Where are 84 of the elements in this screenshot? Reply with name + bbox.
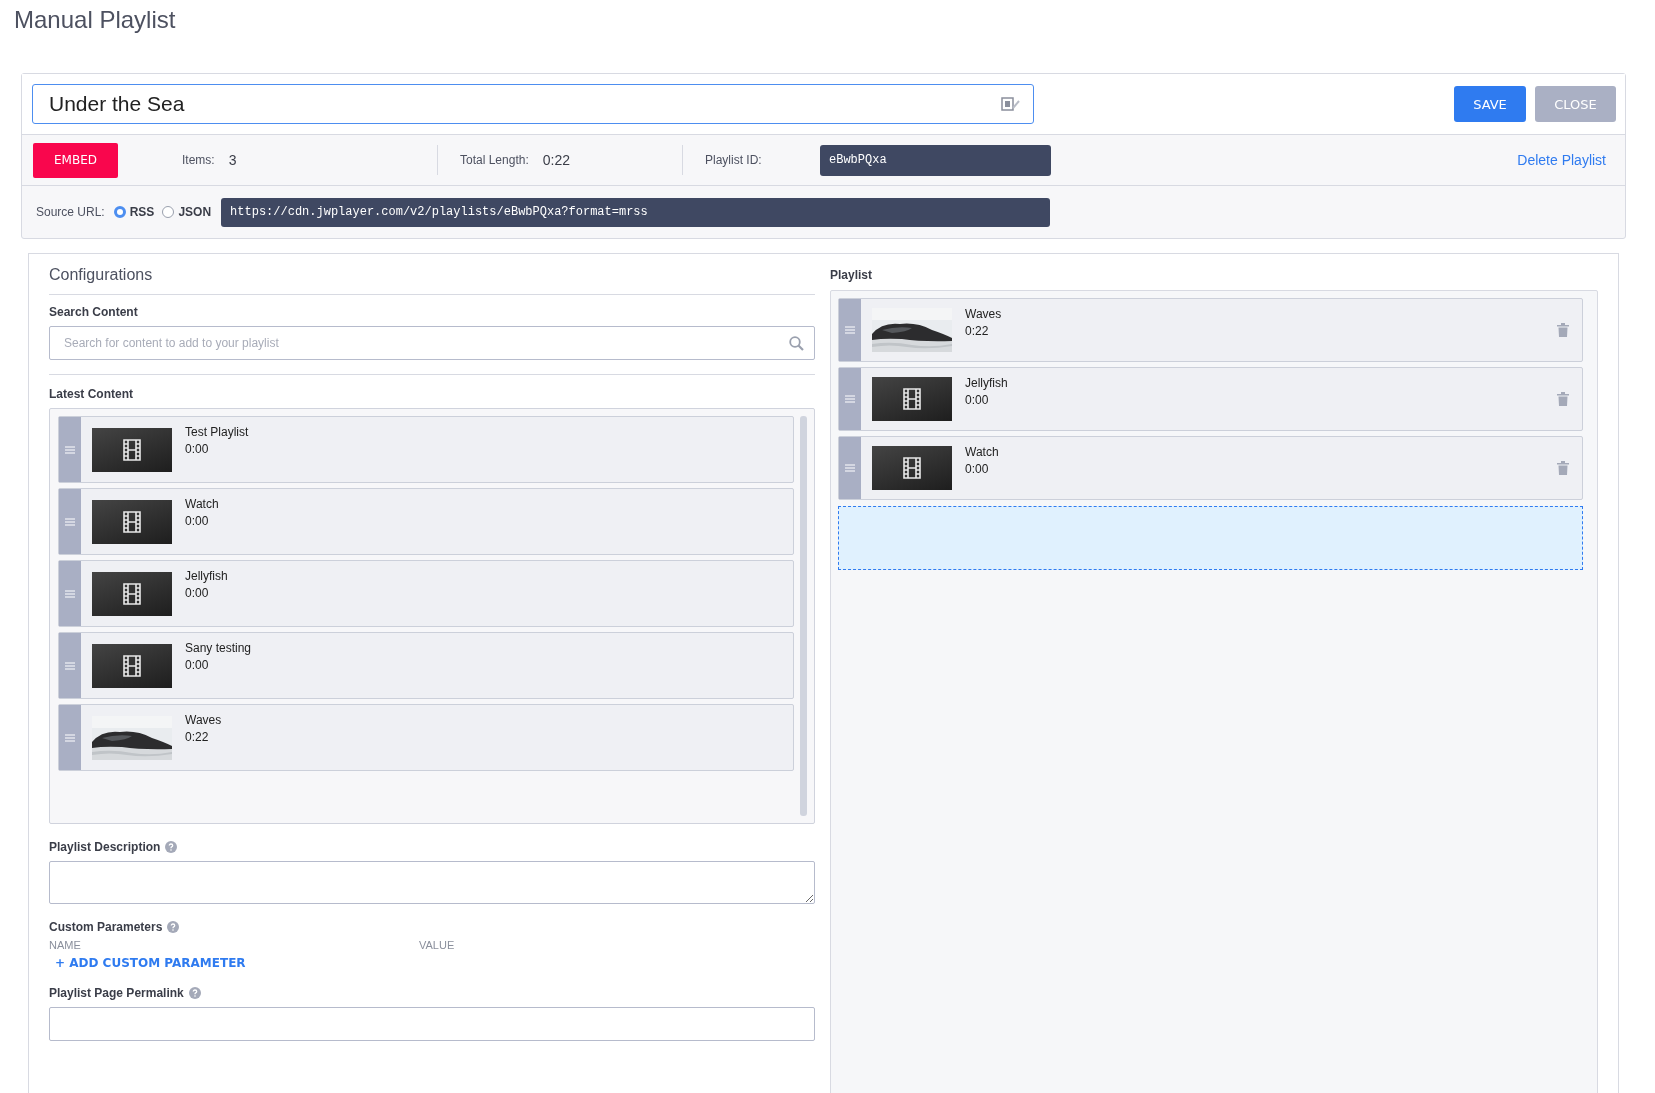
source-url-label: Source URL:	[36, 205, 105, 219]
save-button[interactable]: SAVE	[1454, 86, 1526, 122]
content-item[interactable]: Sany testing 0:00	[58, 632, 794, 699]
playlist-item[interactable]: Watch 0:00	[838, 436, 1583, 500]
item-duration: 0:22	[185, 730, 209, 744]
content-item[interactable]: Watch 0:00	[58, 488, 794, 555]
item-title: Watch	[185, 497, 219, 511]
field-label: Playlist Page Permalink	[49, 986, 184, 1000]
embed-button[interactable]: EMBED	[33, 142, 118, 178]
drop-zone[interactable]	[838, 506, 1583, 570]
film-icon	[123, 510, 141, 533]
drag-handle[interactable]	[839, 299, 861, 361]
drag-handle-icon	[65, 517, 75, 526]
add-parameter-link[interactable]: + ADD CUSTOM PARAMETER	[55, 956, 246, 970]
item-duration: 0:00	[965, 393, 989, 407]
drag-handle-icon	[65, 589, 75, 598]
playlist-item[interactable]: Waves 0:22	[838, 298, 1583, 362]
content-item[interactable]: Waves 0:22	[58, 704, 794, 771]
drag-handle-icon	[65, 445, 75, 454]
content-item[interactable]: Jellyfish 0:00	[58, 560, 794, 627]
drag-handle-icon	[845, 464, 855, 472]
film-icon	[123, 582, 141, 605]
item-duration: 0:00	[965, 462, 989, 476]
section-title: Playlist	[830, 267, 874, 284]
item-title: Jellyfish	[965, 376, 1008, 390]
item-duration: 0:00	[185, 514, 209, 528]
film-icon	[123, 654, 141, 677]
edit-icon	[1001, 96, 1021, 112]
title-field[interactable]: Under the Sea	[32, 84, 1034, 124]
drag-handle[interactable]	[839, 437, 861, 499]
help-icon[interactable]	[188, 987, 201, 999]
search-field[interactable]: Search for content to add to your playlist	[49, 326, 815, 360]
delete-playlist-link[interactable]: Delete Playlist	[1517, 152, 1606, 168]
item-duration: 0:00	[185, 658, 209, 672]
help-icon[interactable]	[165, 841, 178, 853]
film-icon	[903, 457, 921, 479]
item-duration: 0:22	[965, 324, 989, 338]
playlist-item[interactable]: Jellyfish 0:00	[838, 367, 1583, 431]
section-title: Configurations	[49, 254, 815, 295]
film-icon	[123, 438, 141, 461]
stat-value: 3	[228, 152, 237, 168]
scrollbar[interactable]	[800, 416, 807, 816]
item-title: Watch	[965, 445, 999, 459]
item-title: Sany testing	[185, 641, 252, 655]
search-icon	[789, 336, 804, 351]
field-label: Custom Parameters	[49, 920, 163, 934]
page-title: Manual Playlist	[13, 5, 177, 35]
stat-label: Items:	[182, 153, 215, 167]
playlist-id-field[interactable]: eBwbPQxa	[820, 144, 1051, 176]
item-title: Jellyfish	[185, 569, 228, 583]
drag-handle-icon	[845, 395, 855, 403]
drag-handle[interactable]	[59, 489, 81, 554]
drag-handle-icon	[845, 326, 855, 334]
item-duration: 0:00	[185, 442, 209, 456]
format-radio[interactable]: RSS	[113, 205, 155, 219]
stat-value: 0:22	[542, 152, 570, 168]
item-duration: 0:00	[185, 586, 209, 600]
item-title: Waves	[185, 713, 222, 727]
field-label: Playlist Description	[49, 840, 161, 854]
column-header: VALUE	[419, 939, 456, 951]
drag-handle[interactable]	[59, 633, 81, 698]
drag-handle[interactable]	[59, 705, 81, 770]
playlist-id-label: Playlist ID:	[705, 153, 763, 167]
permalink-field[interactable]	[49, 1007, 815, 1041]
stat-label: Total Length:	[460, 153, 529, 167]
field-label: Search Content	[49, 305, 139, 319]
source-url-field[interactable]: https://cdn.jwplayer.com/v2/playlists/eBwbPQxa?format=mrss	[221, 197, 1051, 227]
film-icon	[903, 388, 921, 410]
item-title: Waves	[965, 307, 1002, 321]
help-icon[interactable]	[167, 921, 180, 933]
trash-icon[interactable]	[1557, 461, 1569, 475]
trash-icon[interactable]	[1557, 392, 1569, 406]
field-label: Latest Content	[49, 387, 134, 401]
trash-icon[interactable]	[1557, 323, 1569, 337]
drag-handle-icon	[65, 733, 75, 742]
drag-handle[interactable]	[59, 561, 81, 626]
drag-handle-icon	[65, 661, 75, 670]
column-header: NAME	[49, 939, 82, 951]
format-radio[interactable]: JSON	[162, 205, 212, 219]
drag-handle[interactable]	[839, 368, 861, 430]
item-title: Test Playlist	[185, 425, 249, 439]
content-item[interactable]: Test Playlist 0:00	[58, 416, 794, 483]
description-field[interactable]	[49, 861, 815, 904]
drag-handle[interactable]	[59, 417, 81, 482]
